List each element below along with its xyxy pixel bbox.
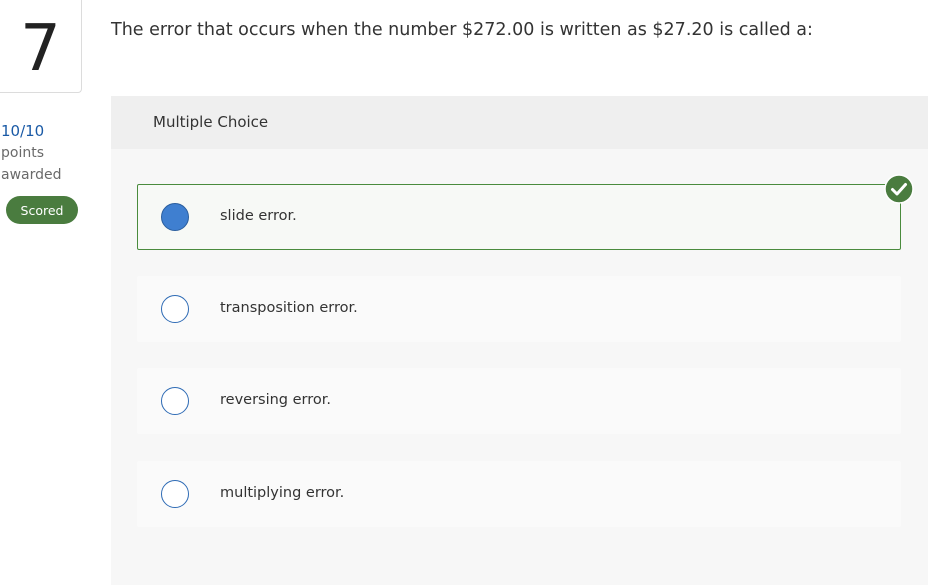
awarded-label: awarded [1, 167, 62, 183]
points-score: 10/10 [1, 122, 45, 140]
radio-selected-icon[interactable] [161, 203, 189, 231]
choice-option-2[interactable]: transposition error. [137, 276, 901, 342]
choice-label: reversing error. [220, 392, 331, 408]
panel-header: Multiple Choice [111, 96, 928, 149]
check-circle-icon [884, 174, 914, 204]
multiple-choice-panel: Multiple Choice slide error. transpositi… [111, 96, 928, 585]
choice-label: slide error. [220, 208, 297, 224]
radio-unselected-icon[interactable] [161, 480, 189, 508]
choice-label: multiplying error. [220, 485, 345, 501]
radio-unselected-icon[interactable] [161, 295, 189, 323]
choice-label: transposition error. [220, 300, 358, 316]
choice-option-1[interactable]: slide error. [137, 184, 901, 250]
points-summary: 10/10 points awarded [1, 120, 101, 186]
choice-option-4[interactable]: multiplying error. [137, 461, 901, 527]
panel-title: Multiple Choice [153, 113, 269, 131]
points-label: points [1, 145, 44, 161]
question-page: 7 10/10 points awarded Scored The error … [0, 0, 928, 585]
question-number: 7 [20, 12, 61, 86]
choice-option-3[interactable]: reversing error. [137, 368, 901, 434]
scored-badge: Scored [6, 196, 78, 224]
radio-unselected-icon[interactable] [161, 387, 189, 415]
question-text: The error that occurs when the number $2… [111, 20, 813, 40]
question-number-box: 7 [0, 0, 82, 93]
